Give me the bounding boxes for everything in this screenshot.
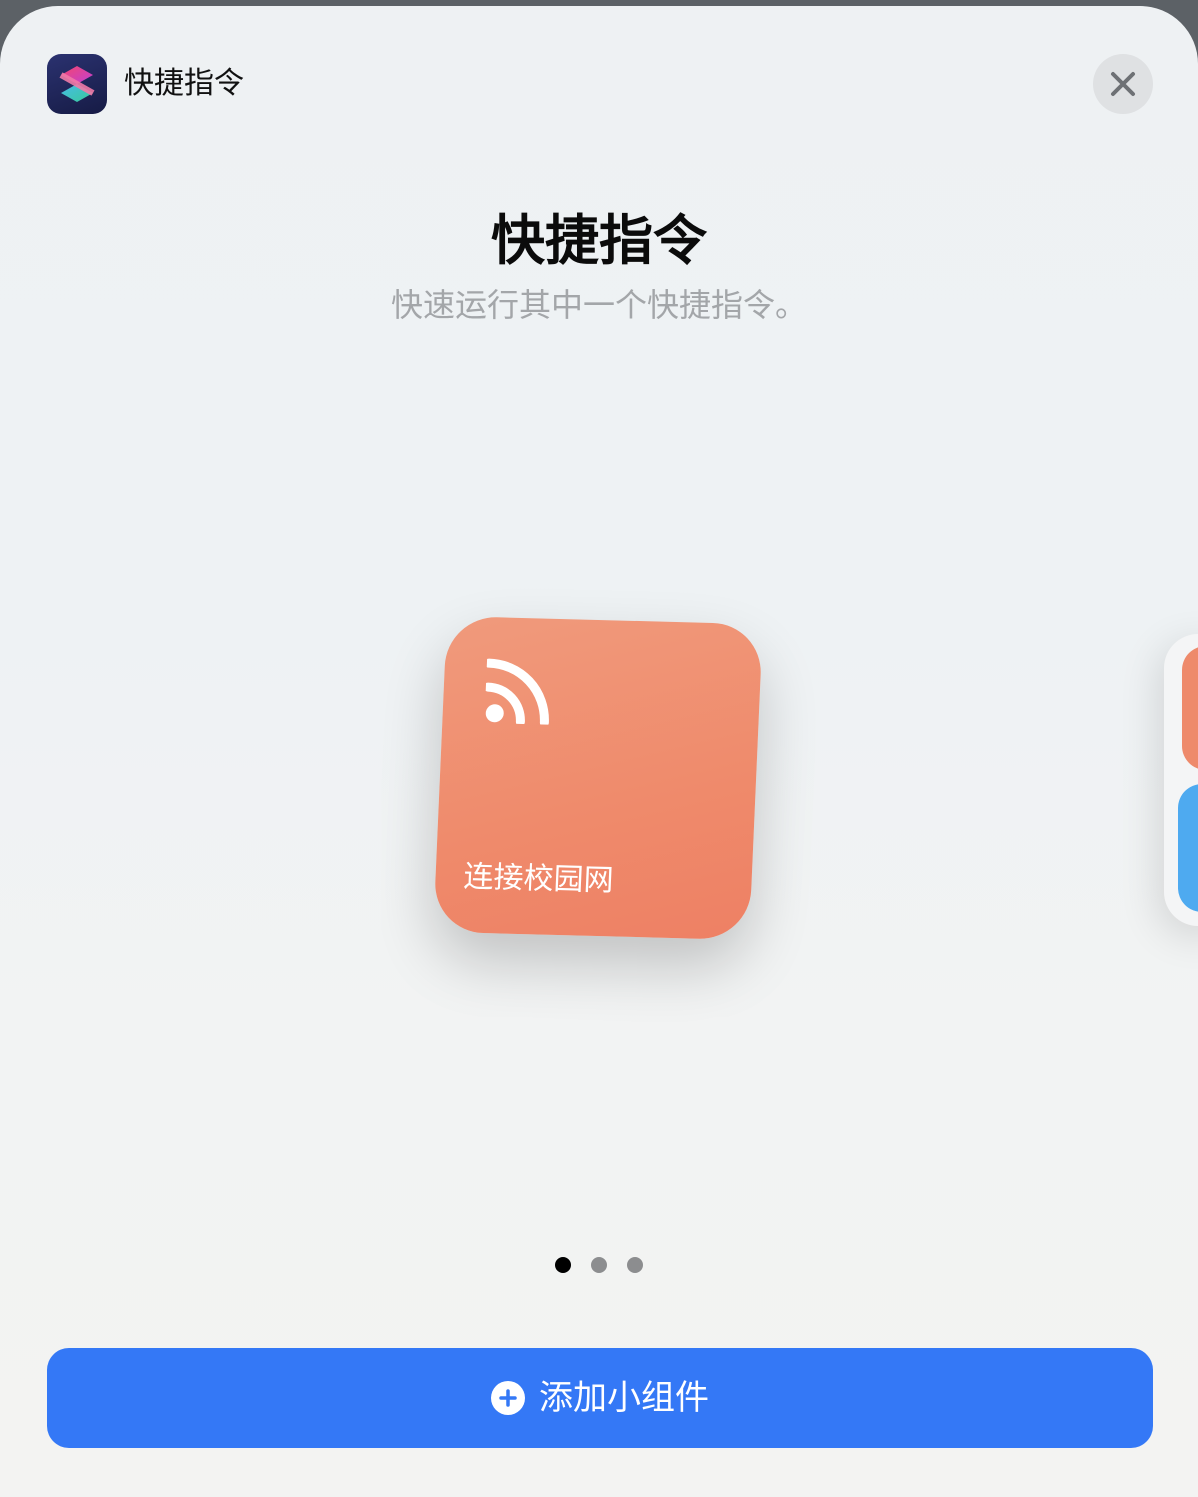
close-button[interactable] bbox=[1093, 54, 1153, 114]
next-widget-tile bbox=[1178, 784, 1198, 912]
page-dot[interactable] bbox=[591, 1257, 607, 1273]
page-indicator[interactable] bbox=[0, 1257, 1198, 1273]
page-dot[interactable] bbox=[627, 1257, 643, 1273]
page-dot[interactable] bbox=[555, 1257, 571, 1273]
page-title: 快捷指令 bbox=[491, 209, 707, 272]
shortcuts-app-icon bbox=[47, 54, 107, 114]
page-subtitle: 快速运行其中一个快捷指令。 bbox=[390, 286, 807, 324]
close-icon bbox=[1111, 72, 1135, 96]
widget-label: 连接校园网 bbox=[462, 859, 615, 899]
plus-circle-icon bbox=[491, 1381, 525, 1415]
add-widget-button[interactable]: 添加小组件 bbox=[47, 1348, 1153, 1448]
rss-icon bbox=[484, 658, 549, 725]
add-widget-label: 添加小组件 bbox=[539, 1378, 709, 1418]
app-name: 快捷指令 bbox=[124, 66, 244, 101]
next-widget-tile bbox=[1182, 646, 1198, 770]
widget-gallery-sheet: 快捷指令 快捷指令 快速运行其中一个快捷指令。 连接校园网 添加小组件 bbox=[0, 6, 1198, 1497]
shortcut-widget-preview[interactable]: 连接校园网 bbox=[433, 615, 763, 941]
